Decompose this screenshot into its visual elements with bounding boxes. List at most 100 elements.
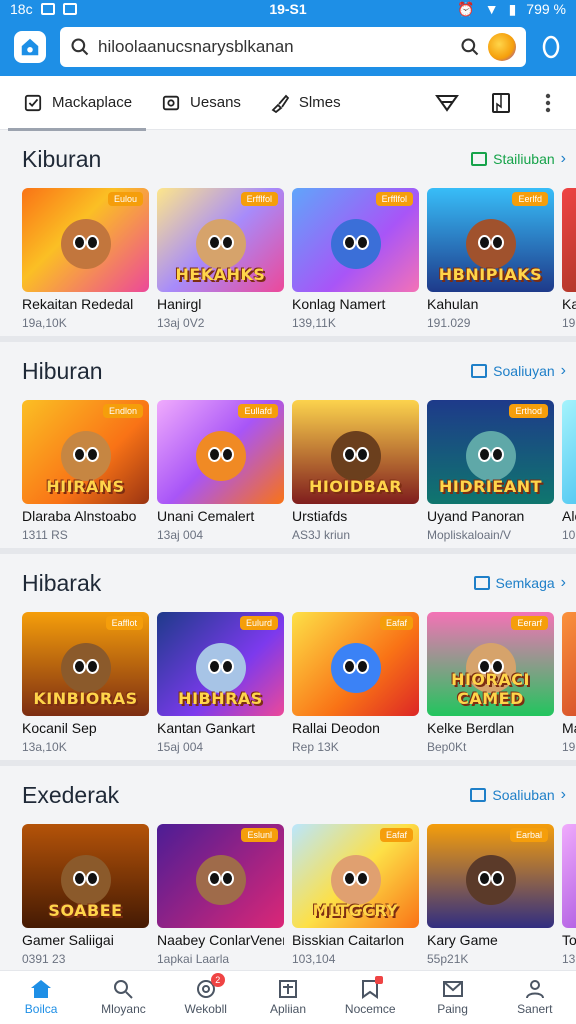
search-bar[interactable] (60, 27, 526, 67)
game-thumbnail[interactable]: Erfflfol HEKAHKS (157, 188, 284, 292)
home-button[interactable] (14, 31, 46, 63)
nav-item-user[interactable]: Sanert (494, 971, 576, 1024)
rating-badge: Erthod (509, 404, 548, 418)
game-thumbnail[interactable]: Eerarf HIORACI CAMED (427, 612, 554, 716)
mascot-avatar-icon[interactable] (488, 33, 516, 61)
see-all-link[interactable]: Soaliuban › (470, 786, 566, 804)
game-stats: 19p (562, 316, 576, 330)
game-stats: 1311 RS (22, 528, 68, 542)
nav-label: Apliian (269, 1002, 306, 1016)
game-section: Hiburan Soaliuyan › Endlon HIIRANS Dlaraba Al… (0, 342, 576, 554)
game-title: Top (562, 932, 576, 948)
game-thumbnail[interactable]: SOABEE (22, 824, 149, 928)
home-icon (21, 38, 39, 56)
check-square-icon (22, 92, 44, 114)
game-thumbnail[interactable] (562, 612, 576, 716)
nav-item-search[interactable]: Mloyanc (82, 971, 164, 1024)
game-card[interactable]: Aloi 10p (562, 400, 576, 542)
nav-item-mail[interactable]: Paing (411, 971, 493, 1024)
game-thumbnail[interactable]: Eafflot KINBIORAS (22, 612, 149, 716)
game-thumbnail[interactable]: Earbal (427, 824, 554, 928)
list-icon (473, 576, 490, 590)
nav-label: Nocemce (344, 1002, 396, 1016)
game-card[interactable]: Top 13p (562, 824, 576, 966)
apps-icon (277, 979, 299, 999)
game-card[interactable]: Erthod HIDRIEANT Uyand Panoran Mopliskaloai… (427, 400, 554, 542)
see-all-link[interactable]: Soaliuyan › (471, 362, 566, 380)
see-all-link[interactable]: Semkaga › (473, 574, 566, 592)
game-card[interactable]: Eulurd HIBHRAS Kantan Gankart 15aj 004 (157, 612, 284, 754)
game-thumbnail[interactable]: Erfflfol (292, 188, 419, 292)
nav-item-at-sign[interactable]: 2 Wekobll (165, 971, 247, 1024)
rating-badge: Earbal (509, 828, 548, 842)
section-header: Exederak Soaliuban › (22, 766, 576, 824)
filter-button[interactable] (420, 76, 474, 130)
game-thumbnail[interactable]: Eulurd HIBHRAS (157, 612, 284, 716)
nav-item-apps[interactable]: Apliian (247, 971, 329, 1024)
game-thumbnail[interactable]: Eafaf MLTGCRY (292, 824, 419, 928)
section-header: Hiburan Soaliuyan › (22, 342, 576, 400)
game-title: Kai (562, 296, 576, 312)
game-card[interactable]: Eullafd Unani Cemalert 13aj 004 (157, 400, 284, 542)
see-all-link[interactable]: Stailiuban › (471, 150, 566, 168)
tab-marketplace[interactable]: Mackaplace (8, 76, 147, 131)
game-character-art (330, 219, 381, 270)
game-card[interactable]: Erfflfol HEKAHKS Hanirgl 13aj 0V2 (157, 188, 284, 330)
game-card[interactable]: SOABEE Gamer Saliigai 0391 23 (22, 824, 149, 966)
game-title: Bisskian Caitarlon (292, 932, 405, 948)
game-thumbnail[interactable]: Eerlfd HBNIPIAKS (427, 188, 554, 292)
game-card[interactable]: Eafaf Rallai Deodon Rep 13K (292, 612, 419, 754)
game-character-art (195, 855, 246, 906)
game-thumbnail[interactable]: HIOIDBAR (292, 400, 419, 504)
game-thumbnail[interactable] (562, 400, 576, 504)
nav-label: Wekobll (184, 1002, 227, 1016)
bookmark-button[interactable] (474, 76, 528, 130)
bookmark-icon (492, 92, 510, 113)
game-thumbnail[interactable]: Eafaf (292, 612, 419, 716)
game-title: Gamer Saliigai (22, 932, 114, 948)
rating-badge: Eulurd (239, 616, 278, 630)
game-stats: 10p (562, 528, 576, 542)
game-card[interactable]: Eerarf HIORACI CAMED Kelke Berdlan Bep0Kt (427, 612, 554, 754)
game-title: Dlaraba Alnstoabo (22, 508, 137, 524)
game-title: Uyand Panoran (427, 508, 525, 524)
game-thumbnail[interactable] (562, 188, 576, 292)
game-thumbnail[interactable]: Erthod HIDRIEANT (427, 400, 554, 504)
game-card[interactable]: Eerlfd HBNIPIAKS Kahulan 191.029 (427, 188, 554, 330)
more-options-button[interactable] (528, 76, 568, 130)
game-character-art (195, 643, 246, 694)
game-card[interactable]: Endlon HIIRANS Dlaraba Alnstoabo 1311 RS (22, 400, 149, 542)
chevron-right-icon: › (560, 150, 566, 167)
game-thumbnail[interactable]: Endlon HIIRANS (22, 400, 149, 504)
game-title: Kocanil Sep (22, 720, 97, 736)
game-thumbnail[interactable] (562, 824, 576, 928)
game-thumbnail[interactable]: Eullafd (157, 400, 284, 504)
nav-item-notification[interactable]: Nocemce (329, 971, 411, 1024)
game-card[interactable]: Eafaf MLTGCRY Bisskian Caitarlon 103,104 (292, 824, 419, 966)
game-card[interactable]: Earbal Kary Game 55p21K (427, 824, 554, 966)
nav-label: Mloyanc (101, 1002, 146, 1016)
top-tabs: Mackaplace Uesans Slmes (0, 76, 576, 131)
search-submit-icon[interactable] (460, 37, 480, 57)
tab-label: Slmes (298, 94, 341, 111)
game-card[interactable]: Eulou Rekaitan Rededal 19a,10K (22, 188, 149, 330)
game-thumbnail[interactable]: Eslunl (157, 824, 284, 928)
rating-badge: Erfflfol (375, 192, 413, 206)
tab-themes[interactable]: Slmes (255, 76, 355, 130)
nav-item-home[interactable]: Boilca (0, 971, 82, 1024)
list-icon (470, 788, 487, 802)
game-card[interactable]: Kai 19p (562, 188, 576, 330)
game-card[interactable]: Eafflot KINBIORAS Kocanil Sep 13a,10K (22, 612, 149, 754)
account-button[interactable] (540, 32, 562, 62)
content-feed: Kiburan Stailiuban › Eulou Rekaitan Rededal 1… (0, 130, 576, 978)
tab-users[interactable]: Uesans (146, 76, 255, 130)
game-title: Kantan Gankart (157, 720, 256, 736)
search-input[interactable] (98, 37, 452, 57)
game-card[interactable]: Eslunl Naabey ConlarVenen 1apkai Laarla (157, 824, 284, 966)
game-card[interactable]: Mal 19p (562, 612, 576, 754)
game-logo-text: SOABEE (48, 901, 123, 920)
game-thumbnail[interactable]: Eulou (22, 188, 149, 292)
game-logo-text: HIOIDBAR (308, 477, 403, 496)
game-card[interactable]: HIOIDBAR Urstiafds AS3J kriun (292, 400, 419, 542)
game-card[interactable]: Erfflfol Konlag Namert 139,11K (292, 188, 419, 330)
